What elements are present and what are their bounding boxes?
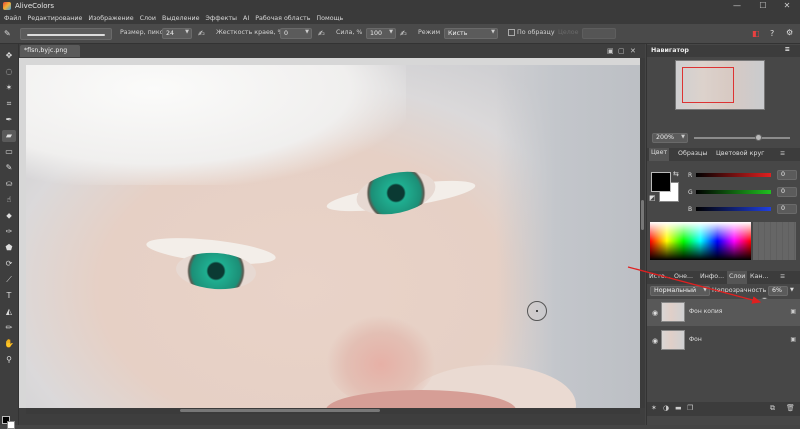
annotation-arrow: [627, 266, 762, 304]
